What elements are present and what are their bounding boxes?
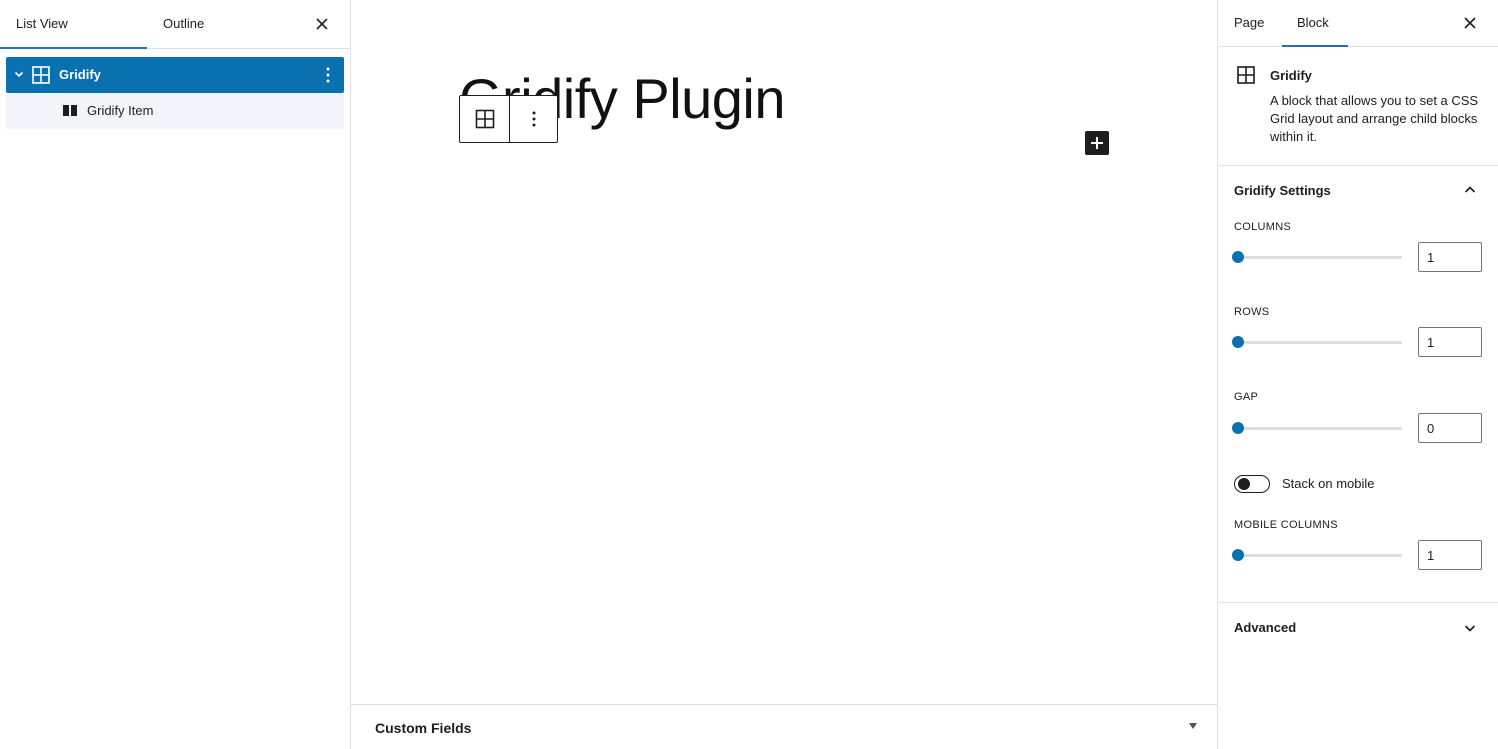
list-view-panel: List View Outline Gridify Gridify Item [0,0,351,749]
mobile-columns-label: MOBILE COLUMNS [1234,519,1338,531]
block-inserter-button[interactable] [1085,131,1109,155]
triangle-down-icon[interactable] [1189,723,1197,729]
block-card: Gridify A block that allows you to set a… [1218,47,1498,166]
rows-input[interactable] [1418,327,1482,357]
grid-icon [1237,66,1255,84]
gridify-settings-panel: Gridify Settings COLUMNS ROWS GAP Stack … [1218,166,1498,603]
custom-fields-metabox[interactable]: Custom Fields [351,704,1217,749]
settings-sidebar: Page Block Gridify A block that allows y… [1217,0,1498,749]
tree-item-gridify-item[interactable]: Gridify Item [6,93,344,129]
columns-input[interactable] [1418,242,1482,272]
rows-slider[interactable] [1232,332,1402,352]
block-card-description: A block that allows you to set a CSS Gri… [1270,93,1479,144]
tab-block[interactable]: Block [1282,0,1348,47]
close-settings-button[interactable] [1458,11,1482,35]
gap-slider[interactable] [1232,418,1402,438]
close-icon [1464,17,1476,29]
toggle-knob [1238,478,1250,490]
slider-track [1234,427,1402,430]
block-options-button[interactable] [509,96,557,142]
block-toolbar [459,95,558,143]
chevron-down-icon[interactable] [1463,621,1477,635]
panel-title: Advanced [1234,620,1297,635]
slider-thumb[interactable] [1232,251,1244,263]
panel-title[interactable]: Gridify Settings [1234,183,1331,198]
block-card-title: Gridify [1270,68,1312,83]
tab-page[interactable]: Page [1218,0,1282,46]
tab-outline[interactable]: Outline [147,0,227,48]
grid-icon [32,66,50,84]
tree-item-gridify[interactable]: Gridify [6,57,344,93]
grid-icon [475,109,494,129]
tab-list-view[interactable]: List View [0,0,147,49]
slider-track [1234,554,1402,557]
slider-thumb[interactable] [1232,549,1244,561]
slider-track [1234,256,1402,259]
close-icon [316,18,328,30]
gap-label: GAP [1234,391,1259,403]
chevron-up-icon[interactable] [1463,183,1477,197]
chevron-down-icon[interactable] [13,68,25,80]
slider-track [1234,341,1402,344]
close-list-view-button[interactable] [310,12,334,36]
block-tree: Gridify Gridify Item [6,57,344,129]
tree-item-label: Gridify Item [87,103,154,118]
list-view-tabs: List View Outline [0,0,350,49]
columns-label: COLUMNS [1234,221,1292,233]
plus-icon [1091,137,1103,149]
mobile-columns-slider[interactable] [1232,545,1402,565]
more-vertical-icon [532,111,535,127]
slider-thumb[interactable] [1232,336,1244,348]
stack-on-mobile-toggle[interactable] [1234,475,1270,493]
slider-thumb[interactable] [1232,422,1244,434]
more-vertical-icon[interactable] [324,65,332,85]
gap-input[interactable] [1418,413,1482,443]
editor-canvas: Gridify Plugin Custom Fields [351,0,1217,749]
rows-label: ROWS [1234,306,1270,318]
advanced-panel[interactable]: Advanced [1218,603,1498,653]
columns-icon [63,105,77,116]
metabox-title: Custom Fields [375,720,472,736]
block-type-button[interactable] [460,96,509,142]
columns-slider[interactable] [1232,247,1402,267]
stack-on-mobile-label: Stack on mobile [1282,476,1375,491]
tree-item-label: Gridify [59,67,101,82]
mobile-columns-input[interactable] [1418,540,1482,570]
sidebar-tabs: Page Block [1218,0,1498,47]
